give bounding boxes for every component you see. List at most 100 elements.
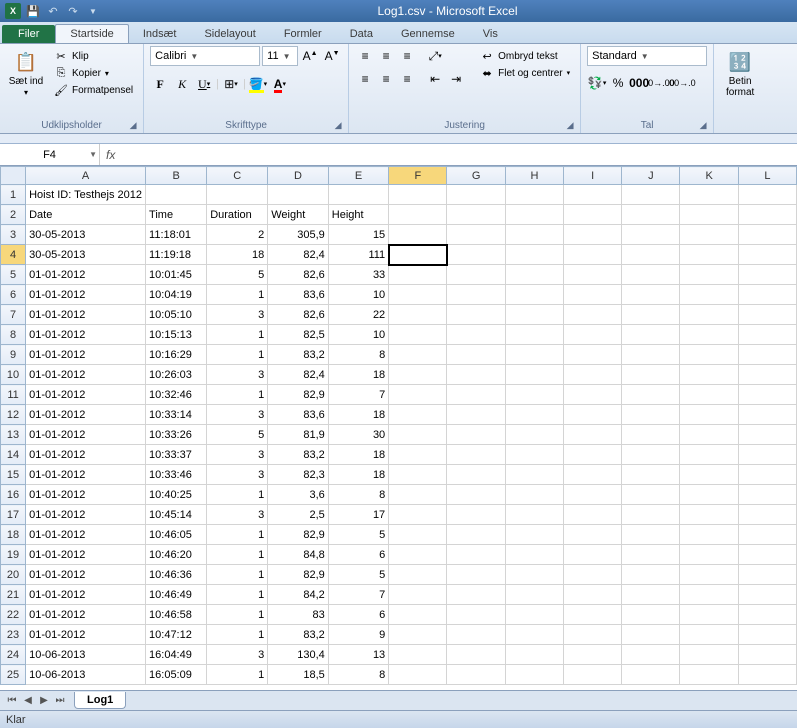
row-header[interactable]: 24 [1,645,26,665]
cell[interactable] [738,225,796,245]
cell[interactable] [447,285,505,305]
cell[interactable] [389,425,447,445]
cell[interactable] [738,525,796,545]
cell[interactable] [738,345,796,365]
cell[interactable] [505,265,563,285]
cell[interactable]: 01-01-2012 [26,365,146,385]
number-launcher-icon[interactable]: ◢ [697,120,709,132]
fx-icon[interactable]: fx [106,148,115,162]
cell[interactable]: 1 [207,525,268,545]
cell[interactable]: 16:04:49 [146,645,207,665]
cell[interactable] [622,405,680,425]
cell[interactable]: 17 [328,505,388,525]
cell[interactable] [505,345,563,365]
cell[interactable]: 01-01-2012 [26,325,146,345]
cell[interactable] [564,605,622,625]
cell[interactable]: 82,5 [268,325,329,345]
cell[interactable]: 16:05:09 [146,665,207,685]
align-left-button[interactable]: ≡ [355,69,375,89]
cell[interactable] [447,345,505,365]
cell[interactable]: 33 [328,265,388,285]
cell[interactable] [680,185,738,205]
cell[interactable] [207,185,268,205]
cell[interactable] [680,345,738,365]
sheet-nav-next-icon[interactable]: ▶ [36,695,52,706]
cell[interactable] [680,505,738,525]
cell[interactable] [389,325,447,345]
cell[interactable] [564,665,622,685]
cell[interactable]: 83,2 [268,345,329,365]
cell[interactable]: 82,9 [268,565,329,585]
cell[interactable]: 18 [207,245,268,265]
tab-vis[interactable]: Vis [469,25,512,43]
cell[interactable] [564,325,622,345]
cell[interactable] [738,265,796,285]
cell[interactable] [738,245,796,265]
cell[interactable] [622,365,680,385]
formatpainter-button[interactable]: 🖌Formatpensel [50,82,137,98]
cell[interactable] [622,465,680,485]
bold-button[interactable]: F [150,74,170,94]
cell[interactable]: 01-01-2012 [26,605,146,625]
qat-dropdown-icon[interactable]: ▼ [84,2,102,20]
cell[interactable] [389,385,447,405]
conditional-format-button[interactable]: 🔢 Betin format [720,46,760,98]
cell[interactable] [389,465,447,485]
cell[interactable] [447,445,505,465]
cell[interactable] [447,265,505,285]
column-header[interactable]: D [268,167,329,185]
row-header[interactable]: 19 [1,545,26,565]
cell[interactable] [564,445,622,465]
cell[interactable] [564,625,622,645]
cell[interactable] [738,585,796,605]
cell[interactable] [447,365,505,385]
cell[interactable]: 5 [207,265,268,285]
cell[interactable] [680,605,738,625]
cell[interactable] [389,365,447,385]
cell[interactable] [622,645,680,665]
cell[interactable] [738,565,796,585]
cell[interactable] [505,645,563,665]
column-header[interactable]: A [26,167,146,185]
cell[interactable] [622,205,680,225]
cell[interactable] [447,325,505,345]
copy-button[interactable]: ⎘Kopier ▾ [50,65,137,81]
column-header[interactable]: J [622,167,680,185]
cell[interactable]: 10:46:20 [146,545,207,565]
cell[interactable] [680,445,738,465]
row-header[interactable]: 1 [1,185,26,205]
row-header[interactable]: 5 [1,265,26,285]
cell[interactable]: 5 [207,425,268,445]
column-header[interactable]: F [389,167,447,185]
cell[interactable] [622,305,680,325]
cell[interactable] [389,445,447,465]
cell[interactable]: 10:15:13 [146,325,207,345]
cell[interactable] [680,365,738,385]
cell[interactable] [680,485,738,505]
row-header[interactable]: 12 [1,405,26,425]
cell[interactable] [447,645,505,665]
cell[interactable]: 81,9 [268,425,329,445]
cell[interactable] [680,385,738,405]
cell[interactable] [738,485,796,505]
cell[interactable] [564,385,622,405]
font-launcher-icon[interactable]: ◢ [332,120,344,132]
cell[interactable]: 2 [207,225,268,245]
cell[interactable] [738,325,796,345]
percent-button[interactable]: % [608,73,628,93]
cell[interactable] [564,365,622,385]
cell[interactable] [389,665,447,685]
cell[interactable] [505,205,563,225]
cell[interactable]: 130,4 [268,645,329,665]
cell[interactable] [505,445,563,465]
cell[interactable] [505,565,563,585]
cell[interactable]: 30-05-2013 [26,225,146,245]
cell[interactable]: 1 [207,345,268,365]
cell[interactable]: 10-06-2013 [26,665,146,685]
cell[interactable] [268,185,329,205]
cell[interactable]: 01-01-2012 [26,585,146,605]
cell[interactable]: 83,2 [268,445,329,465]
cell[interactable] [564,265,622,285]
cell[interactable] [447,205,505,225]
cell[interactable]: 5 [328,565,388,585]
